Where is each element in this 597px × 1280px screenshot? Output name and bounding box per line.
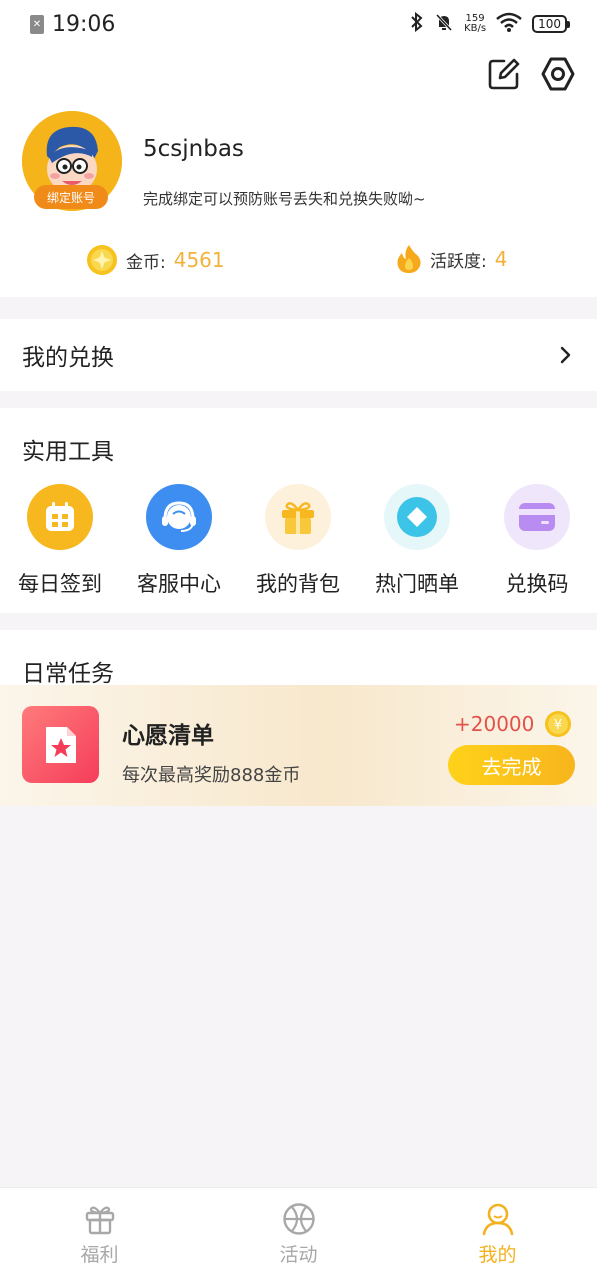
wishlist-document-icon — [22, 706, 99, 783]
daily-tasks-section: 日常任务 心愿清单 每次最高奖励888金币 +20000 ¥ 去完成 — [0, 630, 597, 806]
edit-icon — [488, 58, 520, 90]
mute-bell-icon — [434, 12, 454, 37]
go-complete-button[interactable]: 去完成 — [448, 745, 575, 785]
coins-label: 金币: — [126, 252, 166, 273]
task-name: 心愿清单 — [122, 723, 214, 749]
status-bar: ✕ 19:06 159 KB/s 100 — [0, 0, 597, 48]
my-exchange-row[interactable]: 我的兑换 — [0, 319, 597, 391]
reward-value: +20000 — [454, 712, 535, 736]
bottom-nav: 福利 活动 我的 — [0, 1187, 597, 1280]
bluetooth-icon — [410, 11, 424, 37]
user-icon — [482, 1203, 513, 1236]
card-icon — [504, 484, 570, 550]
status-time: 19:06 — [52, 11, 116, 37]
task-row-wishlist[interactable]: 心愿清单 每次最高奖励888金币 +20000 ¥ 去完成 — [0, 685, 597, 806]
diamond-icon — [384, 484, 450, 550]
gift-icon — [265, 484, 331, 550]
tool-my-backpack[interactable]: 我的背包 — [238, 484, 358, 598]
coins-stat[interactable]: 金币: 4561 — [86, 244, 225, 276]
task-description: 每次最高奖励888金币 — [122, 765, 301, 786]
tool-redeem-code[interactable]: 兑换码 — [477, 484, 597, 598]
tool-daily-checkin[interactable]: 每日签到 — [0, 484, 120, 598]
gold-coin-icon — [87, 245, 117, 275]
tool-label: 每日签到 — [18, 572, 102, 596]
battery-indicator: 100 — [532, 15, 570, 33]
speed-unit: KB/s — [464, 23, 487, 34]
daily-tasks-title: 日常任务 — [22, 661, 114, 687]
calendar-icon — [27, 484, 93, 550]
wifi-icon — [496, 12, 522, 37]
activity-stat[interactable]: 活跃度: 4 — [396, 244, 507, 274]
basketball-icon — [282, 1203, 315, 1235]
tools-section: 实用工具 每日签到 客服中心 我的背包 热门晒单 兑换码 — [0, 408, 597, 613]
tool-customer-service[interactable]: 客服中心 — [119, 484, 239, 598]
gift-icon — [85, 1206, 114, 1235]
task-reward: +20000 ¥ — [454, 710, 572, 738]
activity-label: 活跃度: — [430, 251, 487, 272]
tool-label: 我的背包 — [256, 572, 340, 596]
tool-hot-showcase[interactable]: 热门晒单 — [357, 484, 477, 598]
flame-icon — [397, 245, 421, 273]
profile-card: 绑定账号 5csjnbas 完成绑定可以预防账号丢失和兑换失败呦~ 金币: 45… — [0, 48, 597, 297]
bind-account-badge[interactable]: 绑定账号 — [34, 185, 108, 209]
nav-tab-activity[interactable]: 活动 — [199, 1188, 398, 1280]
nav-label: 活动 — [279, 1244, 318, 1266]
my-exchange-label: 我的兑换 — [22, 345, 114, 371]
edit-profile-button[interactable] — [486, 56, 522, 92]
nav-label: 我的 — [478, 1244, 517, 1266]
nav-tab-welfare[interactable]: 福利 — [0, 1188, 199, 1280]
coins-value: 4561 — [173, 248, 225, 272]
nav-tab-mine[interactable]: 我的 — [398, 1188, 597, 1280]
settings-icon — [541, 57, 575, 91]
username: 5csjnbas — [143, 136, 244, 162]
no-sim-icon: ✕ — [30, 14, 44, 34]
headset-icon — [146, 484, 212, 550]
tool-label: 热门晒单 — [375, 572, 459, 596]
svg-text:¥: ¥ — [554, 718, 562, 733]
profile-page: ✕ 19:06 159 KB/s 100 绑定账号 5csjnbas 完成绑定可… — [0, 0, 597, 1280]
yen-coin-icon: ¥ — [545, 711, 572, 737]
nav-label: 福利 — [80, 1244, 119, 1266]
chevron-right-icon — [560, 346, 571, 364]
network-speed: 159 KB/s — [464, 14, 486, 34]
bind-tip-text: 完成绑定可以预防账号丢失和兑换失败呦~ — [143, 190, 426, 208]
tools-title: 实用工具 — [22, 439, 114, 465]
activity-value: 4 — [494, 247, 508, 271]
tool-label: 客服中心 — [137, 572, 221, 596]
settings-button[interactable] — [540, 56, 576, 92]
tool-label: 兑换码 — [505, 572, 569, 596]
